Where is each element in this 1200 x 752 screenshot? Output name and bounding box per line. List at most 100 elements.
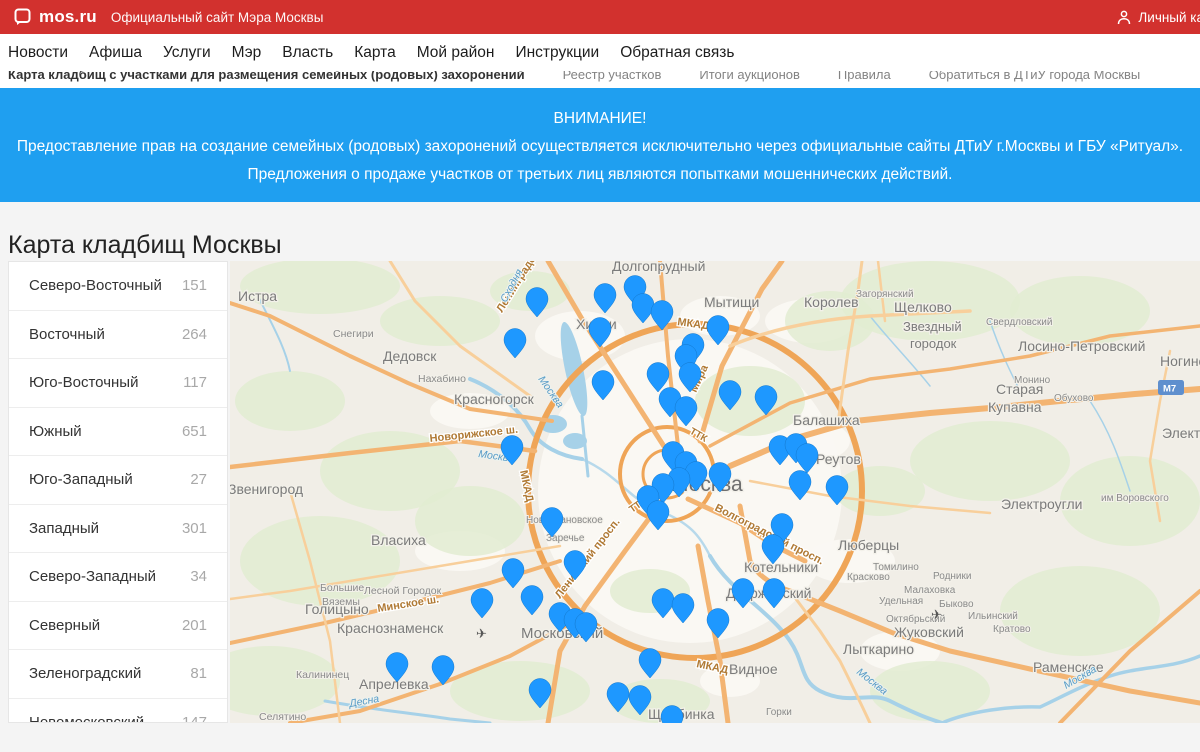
district-count: 27 xyxy=(190,471,207,489)
district-row[interactable]: Зеленоградский 81 xyxy=(9,650,227,699)
district-count: 147 xyxy=(181,713,207,723)
place-label: Быково xyxy=(939,599,974,610)
place-label: Долгопрудный xyxy=(612,261,705,274)
nav-item[interactable]: Карта xyxy=(354,44,395,62)
place-label: Электроугли xyxy=(1001,496,1082,512)
district-name: Восточный xyxy=(29,325,105,343)
mosru-logo[interactable]: mos.ru xyxy=(14,7,97,27)
district-name: Северо-Восточный xyxy=(29,277,162,295)
district-name: Северный xyxy=(29,616,101,634)
district-row[interactable]: Северный 201 xyxy=(9,601,227,650)
brand-name[interactable]: mos.ru xyxy=(39,7,97,27)
cemetery-marker[interactable] xyxy=(631,293,655,324)
subnav-item[interactable]: Итоги аукционов xyxy=(699,71,800,82)
place-label: Королев xyxy=(804,294,859,310)
place-label: Мытищи xyxy=(704,294,759,310)
place-label: Реутов xyxy=(816,451,861,467)
district-row[interactable]: Западный 301 xyxy=(9,504,227,553)
place-label: Щелково xyxy=(894,299,952,315)
cemetery-marker[interactable] xyxy=(501,558,525,589)
place-label: Люберцы xyxy=(838,537,899,553)
district-name: Юго-Западный xyxy=(29,471,133,489)
airport-icon: ✈ xyxy=(931,607,942,622)
district-row[interactable]: Юго-Западный 27 xyxy=(9,456,227,505)
place-label: им Воровского xyxy=(1101,493,1169,504)
district-row[interactable]: Восточный 264 xyxy=(9,310,227,359)
place-label: Звенигород xyxy=(230,481,303,497)
cemetery-marker[interactable] xyxy=(525,287,549,318)
nav-item[interactable]: Власть xyxy=(282,44,333,62)
warning-banner: ВНИМАНИЕ! Предоставление прав на создани… xyxy=(0,88,1200,202)
district-row[interactable]: Новомосковский 147 xyxy=(9,698,227,723)
subnav-item[interactable]: Правила xyxy=(838,71,891,82)
cemetery-marker[interactable] xyxy=(593,283,617,314)
place-label: Краснознаменск xyxy=(337,620,444,636)
place-label: городок xyxy=(910,336,957,351)
district-count: 264 xyxy=(181,325,207,343)
place-label: Кратово xyxy=(993,624,1031,635)
cemetery-marker[interactable] xyxy=(638,648,662,679)
place-label: Электросталь xyxy=(1162,425,1200,441)
nav-item[interactable]: Мой район xyxy=(417,44,495,62)
place-label: Балашиха xyxy=(793,412,860,428)
place-label: Свердловский xyxy=(986,317,1052,328)
place-label: Ильинский xyxy=(968,611,1018,622)
subnav-item[interactable]: Обратиться в ДТиУ города Москвы xyxy=(929,71,1141,82)
place-label: Дедовск xyxy=(383,348,437,364)
place-label: Купавна xyxy=(988,399,1042,415)
district-count: 301 xyxy=(181,519,207,537)
content: Северо-Восточный 151 Восточный 264 Юго-В… xyxy=(0,261,1200,723)
place-label: Звездный xyxy=(903,319,962,334)
nav-item[interactable]: Обратная связь xyxy=(620,44,734,62)
district-name: Южный xyxy=(29,422,82,440)
cemetery-marker[interactable] xyxy=(470,588,494,619)
subnav-item[interactable]: Реестр участков xyxy=(563,71,662,82)
place-label: Удельная xyxy=(879,596,923,607)
nav-item[interactable]: Услуги xyxy=(163,44,211,62)
personal-account-link[interactable]: Личный кабинет xyxy=(1117,10,1200,25)
nav-item[interactable]: Новости xyxy=(8,44,68,62)
place-label: Старая xyxy=(996,381,1043,397)
district-count: 34 xyxy=(190,568,207,586)
district-name: Юго-Восточный xyxy=(29,374,139,392)
nav-item[interactable]: Инструкции xyxy=(515,44,599,62)
personal-account-label: Личный кабинет xyxy=(1138,9,1200,25)
district-row[interactable]: Южный 651 xyxy=(9,407,227,456)
cemeteries-map[interactable]: М7 Истра Снегири Дедовск Нахабино Красногорс… xyxy=(230,261,1200,723)
nav-item[interactable]: Афиша xyxy=(89,44,142,62)
place-label: Видное xyxy=(729,661,778,677)
nav-item[interactable]: Мэр xyxy=(232,44,262,62)
district-count: 117 xyxy=(183,374,207,392)
place-label: Голицыно xyxy=(305,601,369,617)
warning-line2: Предложения о продаже участков от третьи… xyxy=(247,166,953,183)
person-icon xyxy=(1117,10,1131,25)
sub-nav: Карта кладбищ с участками для размещения… xyxy=(0,71,1200,88)
district-name: Новомосковский xyxy=(29,713,145,723)
page-title: Карта кладбищ Москвы xyxy=(8,231,282,259)
district-name: Западный xyxy=(29,519,100,537)
subnav-active-item[interactable]: Карта кладбищ с участками для размещения… xyxy=(8,71,525,82)
cemetery-marker[interactable] xyxy=(503,328,527,359)
place-label: Снегири xyxy=(333,328,374,340)
place-label: Новоивановское xyxy=(526,515,603,526)
district-row[interactable]: Юго-Восточный 117 xyxy=(9,359,227,408)
district-count: 151 xyxy=(181,277,207,295)
warning-title: ВНИМАНИЕ! xyxy=(553,110,647,127)
site-tagline: Официальный сайт Мэра Москвы xyxy=(110,9,324,25)
district-list: Северо-Восточный 151 Восточный 264 Юго-В… xyxy=(8,261,228,723)
place-label: Калининец xyxy=(296,669,349,681)
district-count: 651 xyxy=(181,422,207,440)
place-label: Истра xyxy=(238,288,277,304)
place-label: Большие xyxy=(320,582,364,594)
cemetery-marker[interactable] xyxy=(520,585,544,616)
district-name: Северо-Западный xyxy=(29,568,157,586)
svg-text:М7: М7 xyxy=(1163,384,1176,395)
district-row[interactable]: Северо-Западный 34 xyxy=(9,553,227,602)
main-nav: Новости Афиша Услуги Мэр Власть Карта Мой райо… xyxy=(0,34,1200,71)
place-label: Родники xyxy=(933,571,971,582)
road-label: МКАД xyxy=(517,469,535,503)
district-count: 201 xyxy=(181,616,207,634)
district-name: Зеленоградский xyxy=(29,665,142,683)
district-row[interactable]: Северо-Восточный 151 xyxy=(9,262,227,311)
district-count: 81 xyxy=(190,665,207,683)
